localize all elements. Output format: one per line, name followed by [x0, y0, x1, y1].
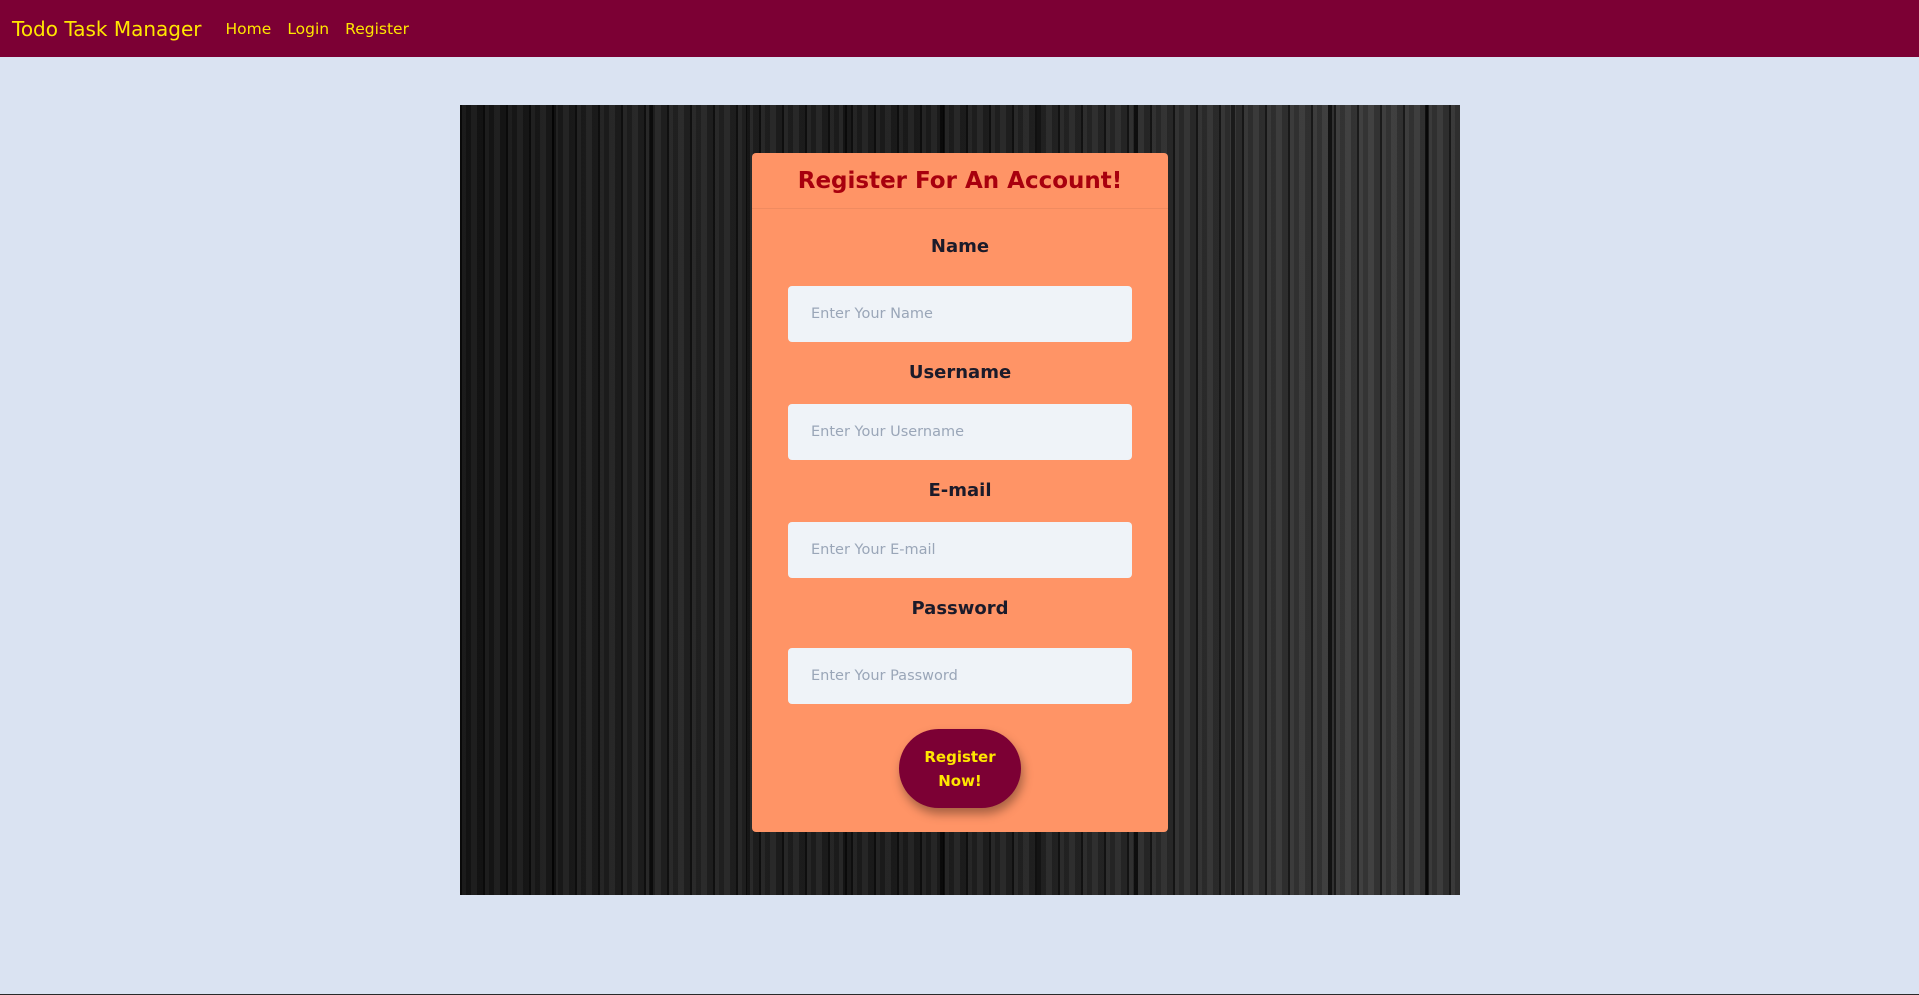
nav-link-register[interactable]: Register: [345, 20, 409, 38]
form-title: Register For An Account!: [797, 167, 1123, 194]
register-form-card: Register For An Account! Name Username E…: [752, 153, 1168, 832]
email-input[interactable]: [788, 522, 1132, 578]
password-input[interactable]: [788, 648, 1132, 704]
nav-link-login[interactable]: Login: [287, 20, 329, 38]
name-input[interactable]: [788, 286, 1132, 342]
email-label: E-mail: [928, 480, 992, 501]
password-label: Password: [911, 598, 1009, 619]
brand-link[interactable]: Todo Task Manager: [12, 17, 202, 41]
card-header: Register For An Account!: [752, 153, 1168, 209]
navbar: Todo Task Manager Home Login Register: [0, 0, 1919, 57]
username-input[interactable]: [788, 404, 1132, 460]
name-label: Name: [930, 236, 990, 257]
register-now-button[interactable]: Register Now!: [899, 729, 1021, 808]
nav-link-home[interactable]: Home: [226, 20, 272, 38]
username-label: Username: [908, 362, 1012, 383]
